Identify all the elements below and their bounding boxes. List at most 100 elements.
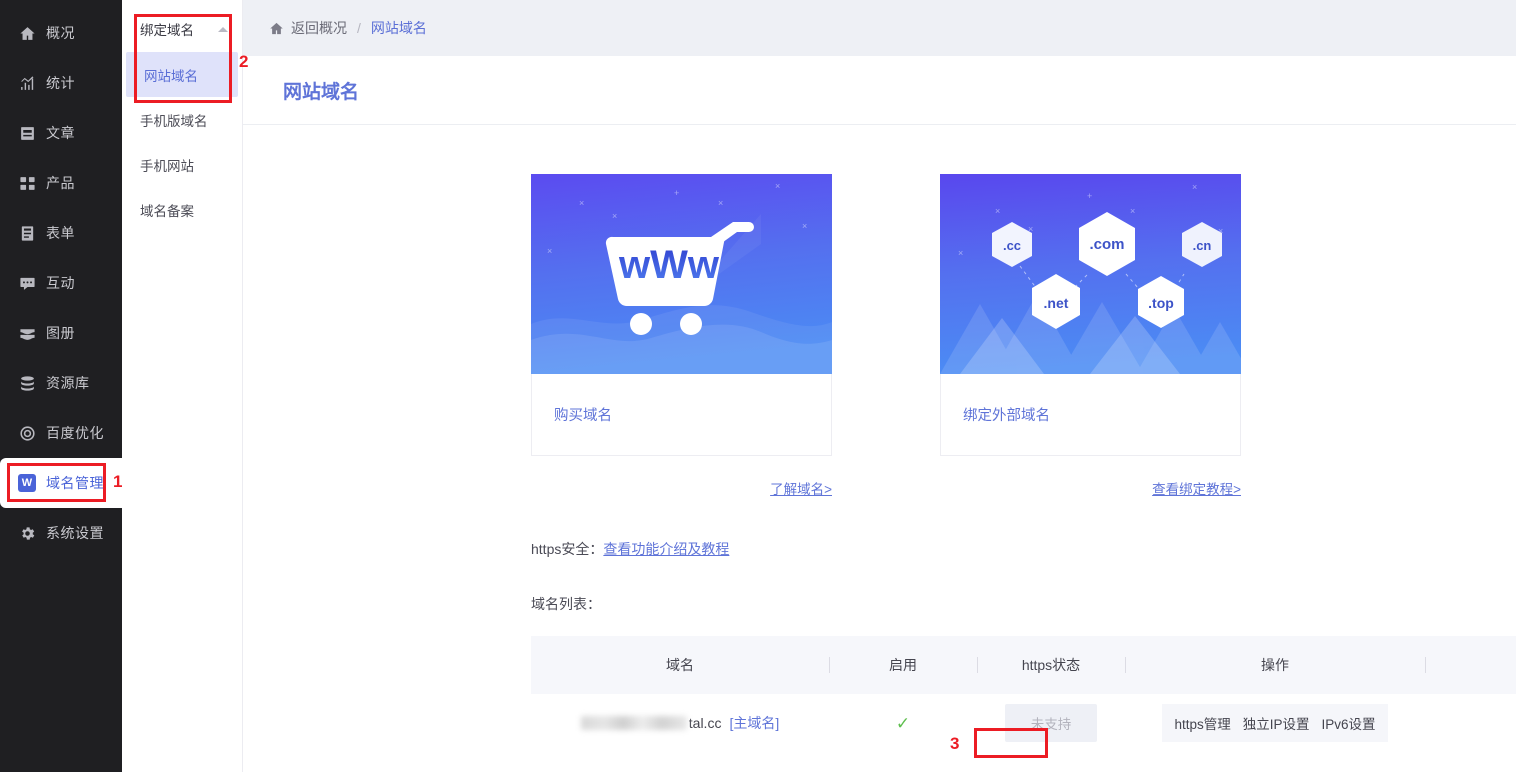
ipv6-settings-button[interactable]: IPv6设置 bbox=[1322, 713, 1376, 733]
https-tutorial-link[interactable]: 查看功能介绍及教程 bbox=[603, 541, 729, 557]
https-status-button[interactable]: 未支持 bbox=[1004, 704, 1098, 742]
svg-text:×: × bbox=[802, 221, 807, 231]
annotation-number-1: 1 bbox=[113, 472, 123, 491]
database-icon bbox=[16, 375, 38, 392]
sidebar-item-statistics[interactable]: 统计 bbox=[0, 58, 122, 108]
independent-ip-settings-button[interactable]: 独立IP设置 bbox=[1243, 713, 1310, 733]
sidebar-item-label: 资源库 bbox=[46, 375, 90, 391]
sidebar-item-overview[interactable]: 概况 bbox=[0, 8, 122, 58]
domain-suffix: tal.cc bbox=[688, 715, 722, 731]
learn-domain-link[interactable]: 了解域名> bbox=[531, 478, 832, 498]
buy-domain-card-title[interactable]: 购买域名 bbox=[531, 374, 832, 456]
sidebar-item-label: 百度优化 bbox=[46, 425, 104, 441]
sidebar-item-label: 表单 bbox=[46, 225, 75, 241]
app-root: 概况 统计 文章 产品 表单 互动 图册 资源库 百度优化 W 域名管理 系统设… bbox=[0, 0, 1516, 772]
redacted-domain-prefix bbox=[580, 716, 687, 730]
sidebar-item-domain-management[interactable]: W 域名管理 bbox=[0, 448, 122, 518]
home-icon bbox=[16, 25, 38, 42]
grid-icon bbox=[16, 175, 38, 192]
cell-domain: tal.cc [主域名] bbox=[531, 713, 829, 733]
table-header-enable: 启用 bbox=[829, 655, 977, 675]
content-area: × + × × × × × wWw 购买域名 了解域名> × + × × × ×… bbox=[243, 125, 1516, 772]
sidebar-item-interaction[interactable]: 互动 bbox=[0, 258, 122, 308]
submenu-item-website-domain[interactable]: 网站域名 bbox=[126, 52, 238, 97]
svg-text:×: × bbox=[579, 198, 584, 208]
main-sidebar: 概况 统计 文章 产品 表单 互动 图册 资源库 百度优化 W 域名管理 系统设… bbox=[0, 0, 122, 772]
cards-row: × + × × × × × wWw 购买域名 了解域名> × + × × × ×… bbox=[243, 125, 1516, 498]
domain-table: 域名 启用 https状态 操作 状态 tal.cc [主域名] ✓ 未支持 bbox=[531, 636, 1516, 752]
cell-operations: https管理 独立IP设置 IPv6设置 bbox=[1125, 704, 1425, 742]
operations-group: https管理 独立IP设置 IPv6设置 bbox=[1162, 704, 1388, 742]
bind-external-domain-card: × + × × × × × .cc .com .cn .net .top 绑定外… bbox=[940, 174, 1241, 498]
submenu-item-label: 域名备案 bbox=[140, 203, 194, 219]
buy-domain-card: × + × × × × × wWw 购买域名 了解域名> bbox=[531, 174, 832, 498]
svg-text:×: × bbox=[995, 206, 1000, 216]
article-icon bbox=[16, 125, 38, 142]
cell-https-status: 未支持 bbox=[977, 704, 1125, 742]
sidebar-item-label: 文章 bbox=[46, 125, 75, 141]
https-manage-button[interactable]: https管理 bbox=[1174, 713, 1230, 733]
submenu-item-domain-filing[interactable]: 域名备案 bbox=[122, 187, 242, 232]
home-icon bbox=[269, 21, 284, 36]
chart-icon bbox=[16, 75, 38, 92]
svg-text:×: × bbox=[1130, 206, 1135, 216]
gallery-icon bbox=[16, 325, 38, 342]
bind-external-domain-card-title[interactable]: 绑定外部域名 bbox=[940, 374, 1241, 456]
sidebar-item-articles[interactable]: 文章 bbox=[0, 108, 122, 158]
gear-icon bbox=[16, 525, 38, 542]
submenu-item-label: 手机网站 bbox=[140, 158, 194, 174]
domain-list-label: 域名列表： bbox=[531, 596, 601, 612]
sidebar-item-label: 产品 bbox=[46, 175, 75, 191]
breadcrumb: 返回概况 / 网站域名 bbox=[243, 0, 1516, 56]
svg-text:.cc: .cc bbox=[1003, 238, 1021, 253]
domain-primary-tag: [主域名] bbox=[729, 715, 780, 731]
sidebar-item-resources[interactable]: 资源库 bbox=[0, 358, 122, 408]
svg-text:×: × bbox=[547, 246, 552, 256]
submenu-item-label: 手机版域名 bbox=[140, 113, 208, 129]
shopping-cart-www-illustration: × + × × × × × wWw bbox=[531, 174, 832, 374]
svg-text:×: × bbox=[612, 211, 617, 221]
table-row: tal.cc [主域名] ✓ 未支持 https管理 独立IP设置 IPv6设置 bbox=[531, 694, 1516, 752]
sidebar-item-label: 概况 bbox=[46, 25, 75, 41]
breadcrumb-current[interactable]: 网站域名 bbox=[371, 18, 427, 38]
svg-text:+: + bbox=[674, 188, 679, 198]
sidebar-item-label: 互动 bbox=[46, 275, 75, 291]
main-content: 返回概况 / 网站域名 网站域名 × + × × × × × wWw 购买域名 … bbox=[243, 0, 1516, 772]
chevron-up-icon[interactable] bbox=[218, 26, 228, 32]
chat-icon bbox=[16, 275, 38, 292]
sidebar-item-label: 域名管理 bbox=[46, 475, 104, 491]
submenu-item-label: 网站域名 bbox=[144, 68, 198, 84]
domain-network-hexagons-illustration: × + × × × × × .cc .com .cn .net .top bbox=[940, 174, 1241, 374]
submenu-group-label: 绑定域名 bbox=[140, 23, 194, 38]
https-security-line: https安全：查看功能介绍及教程 bbox=[243, 498, 1516, 559]
target-icon bbox=[16, 425, 38, 442]
page-title: 网站域名 bbox=[243, 56, 1516, 125]
breadcrumb-separator: / bbox=[357, 20, 361, 36]
sidebar-item-products[interactable]: 产品 bbox=[0, 158, 122, 208]
table-header-https-status: https状态 bbox=[977, 655, 1125, 675]
sidebar-item-system-settings[interactable]: 系统设置 bbox=[0, 508, 122, 558]
submenu-binding-domain-group[interactable]: 绑定域名 bbox=[122, 6, 242, 52]
table-header-operations: 操作 bbox=[1125, 655, 1425, 675]
svg-text:.net: .net bbox=[1044, 295, 1069, 311]
annotation-number-2: 2 bbox=[239, 52, 249, 71]
submenu-item-mobile-site[interactable]: 手机网站 bbox=[122, 142, 242, 187]
svg-text:+: + bbox=[1087, 191, 1092, 201]
cell-enabled: ✓ bbox=[829, 715, 977, 732]
sidebar-item-label: 系统设置 bbox=[46, 525, 104, 541]
breadcrumb-back-link[interactable]: 返回概况 bbox=[291, 18, 347, 38]
sidebar-item-forms[interactable]: 表单 bbox=[0, 208, 122, 258]
annotation-number-3: 3 bbox=[950, 734, 960, 753]
sidebar-item-baidu-seo[interactable]: 百度优化 bbox=[0, 408, 122, 458]
svg-text:×: × bbox=[775, 181, 780, 191]
sidebar-item-label: 统计 bbox=[46, 75, 75, 91]
svg-text:wWw: wWw bbox=[618, 243, 720, 287]
submenu-item-mobile-domain[interactable]: 手机版域名 bbox=[122, 97, 242, 142]
svg-text:×: × bbox=[1192, 182, 1197, 192]
submenu-panel: 绑定域名 网站域名 手机版域名 手机网站 域名备案 bbox=[122, 0, 243, 772]
svg-text:×: × bbox=[958, 248, 963, 258]
view-binding-tutorial-link[interactable]: 查看绑定教程> bbox=[940, 478, 1241, 498]
table-header-row: 域名 启用 https状态 操作 状态 bbox=[531, 636, 1516, 694]
svg-text:.top: .top bbox=[1148, 295, 1174, 311]
sidebar-item-gallery[interactable]: 图册 bbox=[0, 308, 122, 358]
